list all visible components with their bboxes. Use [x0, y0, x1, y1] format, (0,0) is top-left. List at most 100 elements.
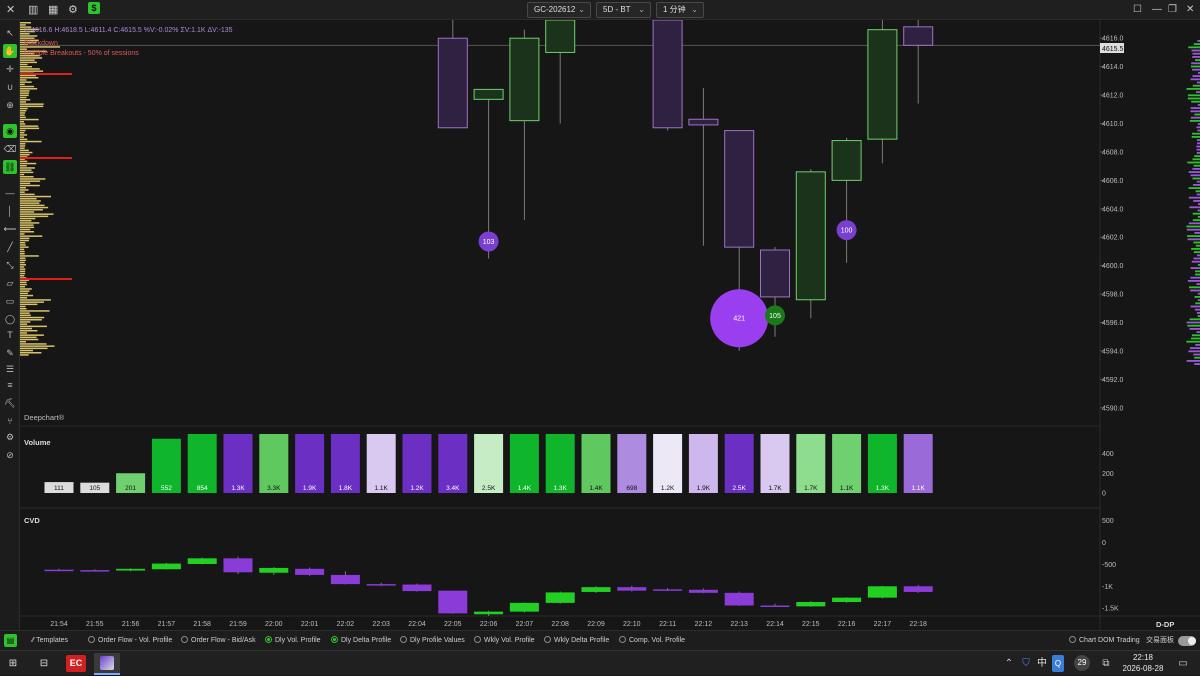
pencil-icon[interactable]: ✎	[3, 346, 17, 360]
eye-icon[interactable]: ◉	[3, 124, 17, 138]
profile-bar	[20, 220, 32, 222]
chat-icon[interactable]: ▭	[1176, 655, 1190, 672]
template-option-wkly-vol[interactable]: Wkly Vol. Profile	[474, 631, 535, 651]
cursor-icon[interactable]: ↖	[3, 26, 17, 40]
candle-body	[760, 249, 790, 298]
dom-bar	[1189, 120, 1200, 122]
profile-bar	[20, 349, 34, 352]
dom-bar	[1189, 318, 1200, 321]
dollar-icon[interactable]: $	[88, 2, 100, 14]
q-app-icon[interactable]: Q	[1052, 655, 1064, 672]
cvd-body	[366, 584, 396, 586]
text-icon[interactable]: T	[3, 328, 17, 342]
chart-dom-label: Chart DOM Trading	[1079, 637, 1140, 644]
minimize-icon[interactable]: —	[1152, 3, 1162, 17]
screenshot-icon[interactable]: ⧉	[1100, 655, 1112, 672]
price-tick-label: 4602.0	[1102, 235, 1124, 242]
volume-bar-label: 1.3K	[876, 485, 890, 492]
magnet-icon[interactable]: ∪	[3, 80, 17, 94]
ec-app-icon[interactable]: EC	[66, 655, 86, 672]
settings-small-icon[interactable]: ⚙	[3, 430, 17, 444]
symbol-dropdown[interactable]: GC-202612 ⌄	[527, 2, 591, 18]
vertical-line-icon[interactable]: │	[3, 204, 17, 218]
zoom-icon[interactable]: ⊕	[3, 98, 17, 112]
dom-bar	[1190, 78, 1200, 81]
profile-bar	[20, 195, 52, 198]
template-option-dly-values[interactable]: Dly Profile Values	[400, 631, 465, 651]
template-option-wkly-delta[interactable]: Wkly Delta Profile	[544, 631, 609, 651]
bucket-icon[interactable]: ⛏	[3, 396, 17, 410]
deepchart-app-icon[interactable]	[94, 653, 120, 675]
template-option-dly-delta[interactable]: Dly Delta Profile	[331, 631, 391, 651]
profile-bar	[20, 297, 28, 299]
interval-dropdown[interactable]: 1 分钟 ⌄	[656, 2, 704, 18]
time-tick-label: 22:12	[695, 621, 713, 628]
shield-icon[interactable]: ⛉	[1020, 655, 1032, 672]
clock-date[interactable]: 2026-08-28	[1118, 663, 1168, 674]
link-icon[interactable]: ⛓	[3, 160, 17, 174]
profile-bar	[20, 96, 27, 99]
lines-icon[interactable]: ≡	[3, 378, 17, 392]
profile-bar	[20, 319, 42, 321]
dom-bar	[1190, 174, 1200, 177]
top-bar: ✕ ▥ ▦ ⚙ $ GC-202612 ⌄ 5D - BT ⌄ 1 分钟 ⌄ ☐ — …	[0, 0, 1200, 20]
dom-bar	[1188, 187, 1200, 189]
profile-bar	[20, 268, 26, 270]
template-option-dly-vol[interactable]: Dly Vol. Profile	[265, 631, 321, 651]
rectangle-icon[interactable]: ▭	[3, 294, 17, 308]
snap-icon[interactable]: ⊘	[3, 448, 17, 462]
list-icon[interactable]: ☰	[3, 362, 17, 376]
ime-indicator[interactable]: 中	[1036, 655, 1048, 672]
layout-icon[interactable]: ▦	[48, 3, 58, 17]
trade-panel-toggle[interactable]	[1178, 636, 1196, 646]
grid-icon[interactable]: ▤	[4, 634, 17, 647]
close-window-icon[interactable]: ✕	[1186, 3, 1194, 17]
chart-svg[interactable]: 103 421 105 100 111 105 201 552 854 1.3K 3.3K 1.9K…	[20, 20, 1200, 630]
trendline-icon[interactable]: ╱	[3, 240, 17, 254]
chart-background	[20, 20, 1200, 630]
chart-area[interactable]: 103 421 105 100 111 105 201 552 854 1.3K 3.3K 1.9K…	[20, 20, 1200, 630]
profile-bar	[20, 211, 35, 213]
chevron-up-icon[interactable]: ⌃	[1003, 655, 1015, 672]
template-option-comp-vol[interactable]: Comp. Vol. Profile	[619, 631, 685, 651]
cvd-body	[867, 586, 897, 598]
volume-bar-label: 1.1K	[912, 485, 926, 492]
maximize-toggle-icon[interactable]: ☐	[1133, 3, 1142, 17]
windows-start-icon[interactable]: ⊞	[6, 655, 20, 672]
task-view-icon[interactable]: ⊟	[36, 655, 52, 672]
eraser-icon[interactable]: ⌫	[3, 142, 17, 156]
profile-bar	[20, 147, 25, 149]
volume-bar-label: 1.7K	[804, 485, 818, 492]
horizontal-line-icon[interactable]: —	[3, 186, 17, 200]
crosshair-icon[interactable]: ✛	[3, 62, 17, 76]
template-option-order-flow-vol[interactable]: Order Flow - Vol. Profile	[88, 631, 172, 651]
hand-icon[interactable]: ✋	[3, 44, 17, 58]
cvd-body	[474, 611, 504, 615]
ellipse-icon[interactable]: ◯	[3, 312, 17, 326]
ruler-icon[interactable]: ▱	[3, 276, 17, 290]
dom-bar	[1190, 116, 1200, 119]
time-tick-label: 22:13	[730, 621, 748, 628]
profile-bar	[20, 105, 44, 108]
profile-bar	[20, 275, 25, 277]
chart-dom-trading-option[interactable]: Chart DOM Trading	[1069, 631, 1140, 651]
dom-bar	[1190, 107, 1200, 109]
time-tick-label: 22:05	[444, 621, 462, 628]
restore-icon[interactable]: ❐	[1168, 3, 1177, 17]
measure-icon[interactable]: ⤡	[3, 258, 17, 272]
profile-bar	[20, 281, 27, 284]
profile-bar	[20, 231, 35, 233]
price-tick-label: 4616.0	[1102, 36, 1124, 43]
clock-time[interactable]: 22:18	[1118, 652, 1168, 663]
template-option-order-flow-bidask[interactable]: Order Flow - Bid/Ask	[181, 631, 256, 651]
close-icon[interactable]: ✕	[6, 3, 15, 17]
gear-icon[interactable]: ⚙	[68, 3, 78, 17]
fork-icon[interactable]: ⑂	[3, 414, 17, 428]
bars-icon[interactable]: ▥	[28, 3, 38, 17]
ray-icon[interactable]: ⟵	[3, 222, 17, 236]
dom-bar	[1193, 241, 1200, 244]
templates-button[interactable]: ⁄⁄ Templates	[32, 631, 68, 651]
cvd-tick-label: 500	[1102, 518, 1114, 525]
notification-badge[interactable]: 29	[1074, 655, 1090, 671]
period-dropdown[interactable]: 5D - BT ⌄	[596, 2, 651, 18]
